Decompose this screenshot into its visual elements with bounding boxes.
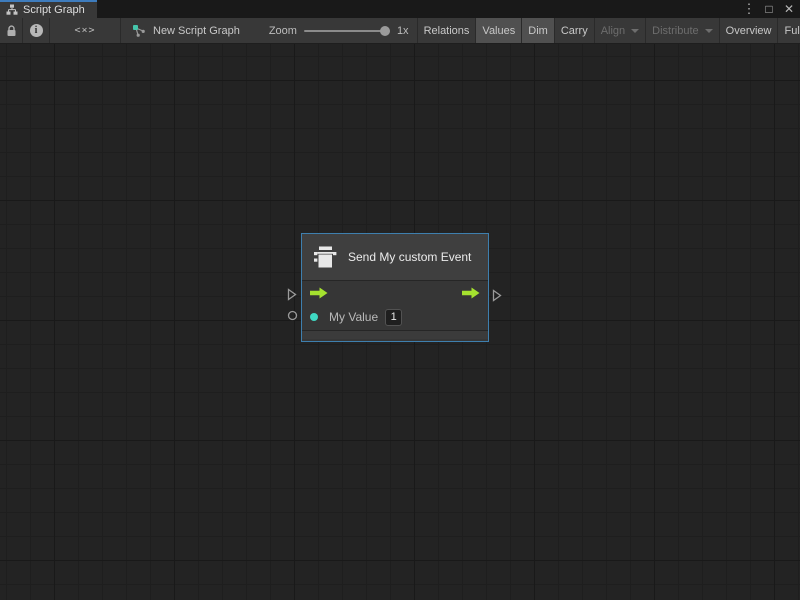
node-flow-row [302, 281, 488, 304]
distribute-label: Distribute [652, 25, 698, 37]
graph-hierarchy-icon [6, 4, 18, 16]
value-port-label: My Value [329, 310, 378, 324]
node-footer [302, 330, 488, 339]
new-script-graph-button[interactable]: New Script Graph [121, 18, 251, 43]
zoom-slider-track [304, 30, 390, 32]
maximize-icon[interactable]: □ [762, 0, 776, 18]
node-header[interactable]: Send My custom Event [302, 234, 488, 281]
edit-code-button[interactable]: <×> [50, 18, 120, 43]
external-value-input-port[interactable] [287, 310, 298, 321]
align-button[interactable]: Align [595, 18, 645, 43]
code-icon: <×> [74, 25, 95, 36]
custom-event-icon [312, 244, 338, 270]
chevron-down-icon [631, 29, 639, 33]
external-flow-output-port[interactable] [492, 289, 502, 302]
lock-icon [6, 25, 17, 37]
chevron-down-icon [705, 29, 713, 33]
tab-bar: Script Graph ⋮ □ ✕ [0, 0, 800, 18]
graph-asset-icon [132, 24, 146, 38]
graph-canvas[interactable]: Send My custom Event My Value 1 [0, 44, 800, 600]
value-port-dot-icon[interactable] [310, 313, 318, 321]
carry-button[interactable]: Carry [555, 18, 594, 43]
new-script-graph-label: New Script Graph [153, 25, 240, 37]
external-flow-input-port[interactable] [287, 288, 297, 301]
lock-button[interactable] [0, 18, 22, 43]
values-button[interactable]: Values [476, 18, 521, 43]
relations-button[interactable]: Relations [418, 18, 476, 43]
close-icon[interactable]: ✕ [782, 0, 796, 18]
tab-title: Script Graph [23, 4, 85, 16]
align-label: Align [601, 25, 625, 37]
flow-output-arrow-icon[interactable] [462, 287, 480, 299]
overview-button[interactable]: Overview [720, 18, 778, 43]
node-title: Send My custom Event [348, 250, 471, 264]
zoom-value: 1x [397, 18, 409, 43]
send-custom-event-node[interactable]: Send My custom Event My Value 1 [301, 233, 489, 342]
flow-input-arrow-icon[interactable] [310, 287, 328, 299]
tab-script-graph[interactable]: Script Graph [0, 0, 97, 18]
window-controls: ⋮ □ ✕ [742, 0, 796, 18]
dim-button[interactable]: Dim [522, 18, 554, 43]
zoom-slider-handle[interactable] [380, 26, 390, 36]
value-input-field[interactable]: 1 [385, 309, 402, 326]
full-screen-button[interactable]: Full Screen [778, 18, 800, 43]
zoom-label: Zoom [269, 18, 297, 43]
info-icon: i [30, 24, 43, 37]
node-value-row: My Value 1 [302, 304, 488, 330]
info-button[interactable]: i [23, 18, 49, 43]
window-menu-icon[interactable]: ⋮ [742, 0, 756, 18]
distribute-button[interactable]: Distribute [646, 18, 718, 43]
zoom-slider[interactable] [304, 18, 390, 43]
graph-toolbar: i <×> New Script Graph Zoom 1x Relations… [0, 18, 800, 44]
script-graph-window: Script Graph ⋮ □ ✕ i <×> [0, 0, 800, 600]
